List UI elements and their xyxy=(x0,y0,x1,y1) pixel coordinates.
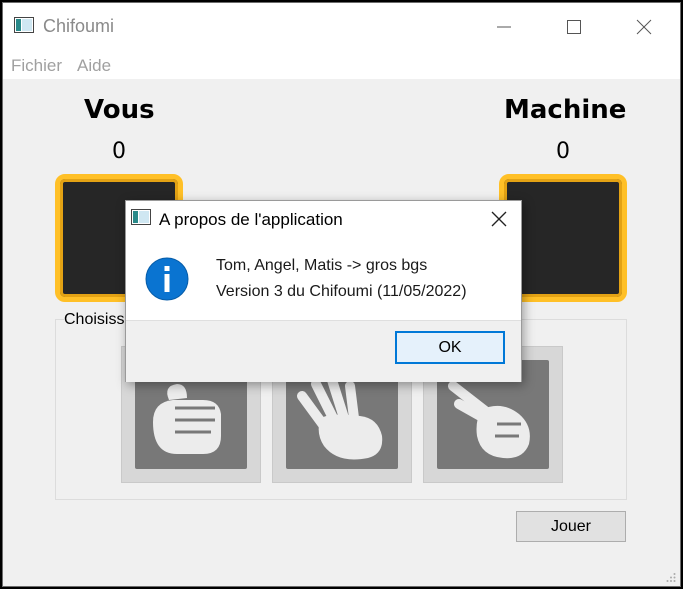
player-score: 0 xyxy=(112,139,126,164)
play-button[interactable]: Jouer xyxy=(516,511,626,542)
dialog-message-line2: Version 3 du Chifoumi (11/05/2022) xyxy=(216,283,467,300)
player-label: Vous xyxy=(84,95,155,125)
menu-bar: Fichier Aide xyxy=(3,51,680,79)
dialog-message-line1: Tom, Angel, Matis -> gros bgs xyxy=(216,257,428,274)
machine-score: 0 xyxy=(556,139,570,164)
dialog-app-icon xyxy=(131,209,151,225)
about-dialog: A propos de l'application Tom, Angel, Ma… xyxy=(125,200,522,382)
menu-aide[interactable]: Aide xyxy=(77,56,111,76)
app-icon xyxy=(14,17,34,33)
menu-fichier[interactable]: Fichier xyxy=(11,56,62,76)
maximize-button[interactable] xyxy=(539,3,609,51)
window-title: Chifoumi xyxy=(43,16,115,36)
ok-button[interactable]: OK xyxy=(395,331,505,364)
minimize-button[interactable] xyxy=(469,3,539,51)
resize-grip-icon[interactable] xyxy=(666,572,676,582)
minimize-icon xyxy=(497,26,511,28)
dialog-title: A propos de l'application xyxy=(159,210,343,229)
maximize-icon xyxy=(567,20,581,34)
machine-label: Machine xyxy=(504,95,627,125)
close-icon xyxy=(636,19,652,35)
info-icon xyxy=(145,257,189,301)
close-button[interactable] xyxy=(609,3,679,51)
dialog-close-icon[interactable] xyxy=(487,207,511,231)
title-bar: Chifoumi xyxy=(3,3,680,51)
